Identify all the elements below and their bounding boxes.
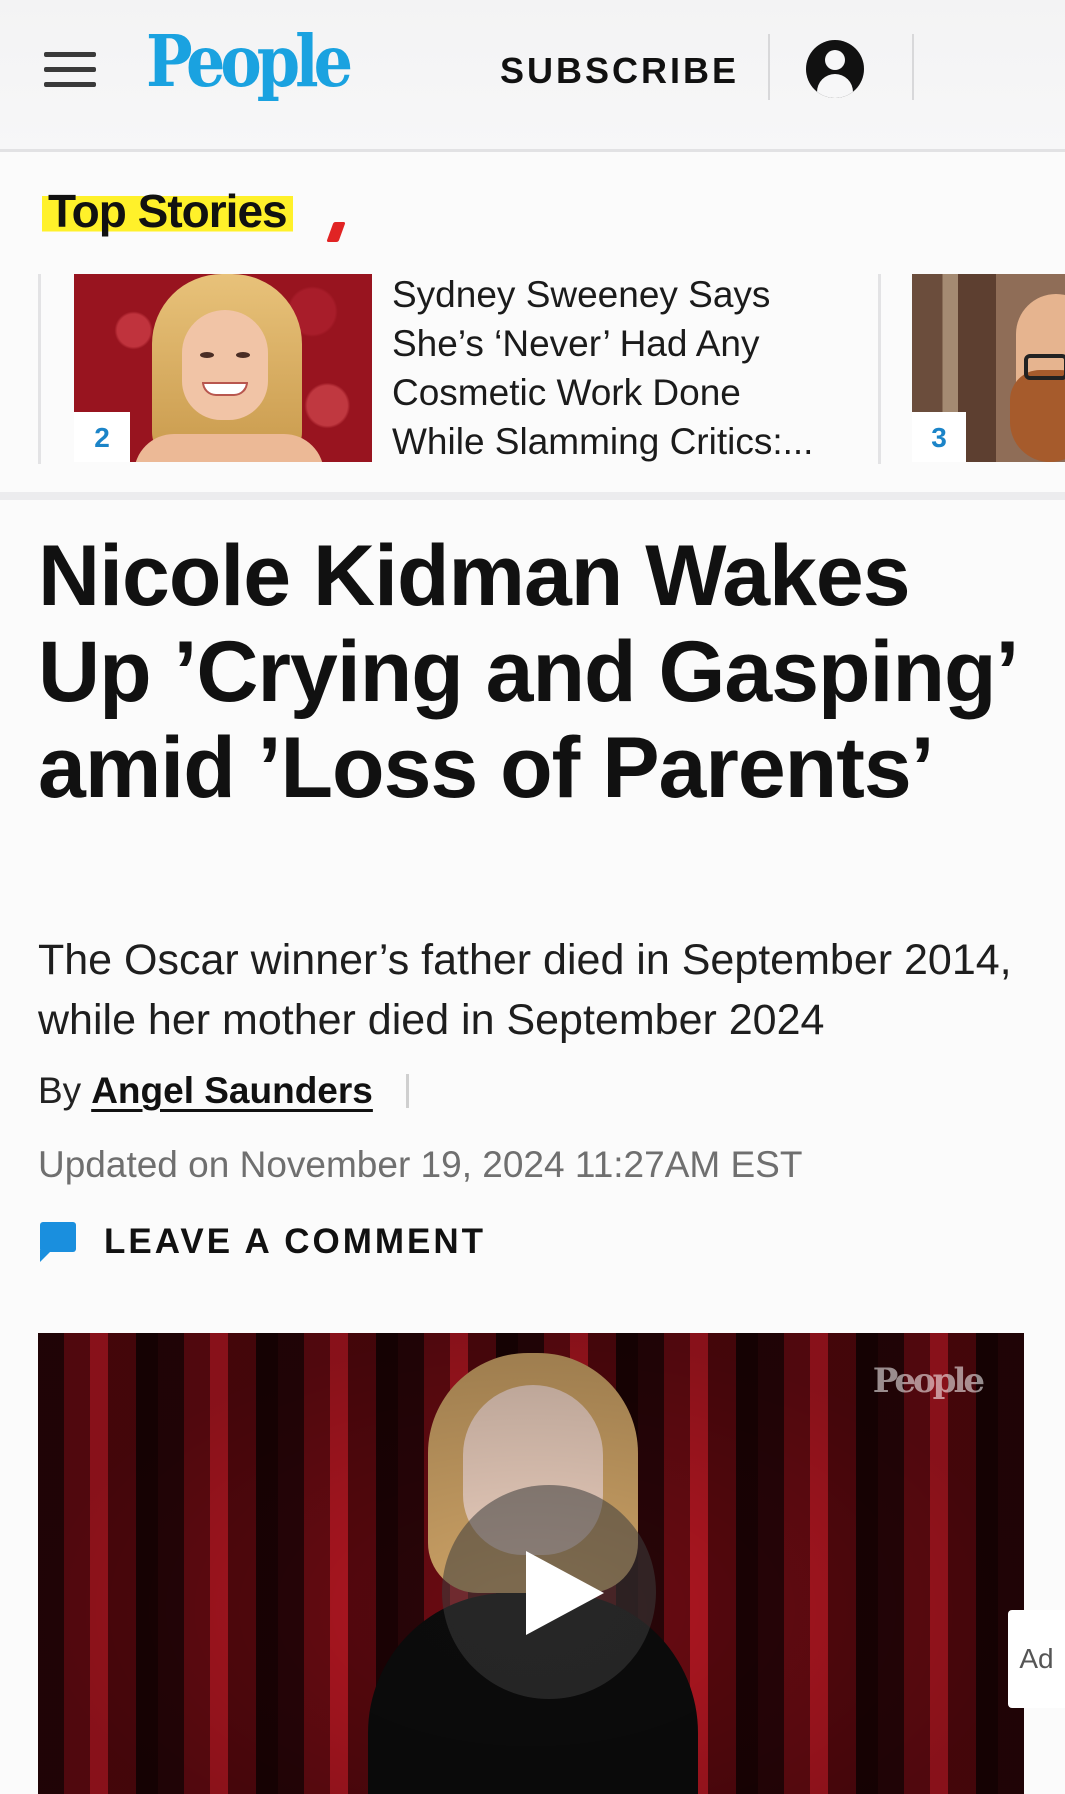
story-divider	[878, 274, 881, 464]
play-icon[interactable]	[442, 1485, 656, 1699]
hamburger-menu-icon[interactable]	[44, 52, 96, 88]
ad-label[interactable]: Ad	[1008, 1610, 1065, 1708]
byline: By Angel Saunders	[38, 1070, 373, 1112]
header-divider	[768, 34, 770, 100]
byline-divider	[406, 1074, 409, 1108]
subscribe-button[interactable]: SUBSCRIBE	[500, 50, 739, 92]
top-stories-carousel[interactable]: 2 Sydney Sweeney Says She’s ‘Never’ Had …	[0, 270, 1065, 470]
highlight-accent	[326, 222, 346, 242]
account-icon[interactable]	[806, 40, 864, 98]
video-watermark-logo: People	[872, 1361, 985, 1401]
top-stories-heading: Top Stories	[42, 184, 293, 238]
leave-comment-link[interactable]: LEAVE A COMMENT	[104, 1222, 486, 1262]
people-logo[interactable]: People	[146, 25, 353, 97]
section-divider	[0, 492, 1065, 500]
comment-icon[interactable]	[40, 1222, 76, 1262]
story-title-link[interactable]: Sydney Sweeney Says She’s ‘Never’ Had An…	[392, 270, 832, 466]
story-rank-badge: 3	[912, 412, 966, 462]
video-player[interactable]: People	[38, 1333, 1024, 1794]
story-rank-badge: 2	[74, 412, 130, 462]
site-header: People SUBSCRIBE	[0, 0, 1065, 152]
header-divider	[912, 34, 914, 100]
article-dek: The Oscar winner’s father died in Septem…	[38, 936, 1012, 1044]
story-divider	[38, 274, 41, 464]
updated-timestamp: Updated on November 19, 2024 11:27AM EST	[38, 1144, 803, 1185]
article-headline: Nicole Kidman Wakes Up ’Crying and Gaspi…	[38, 528, 1015, 816]
author-link[interactable]: Angel Saunders	[91, 1070, 373, 1111]
byline-prefix: By	[38, 1070, 82, 1111]
